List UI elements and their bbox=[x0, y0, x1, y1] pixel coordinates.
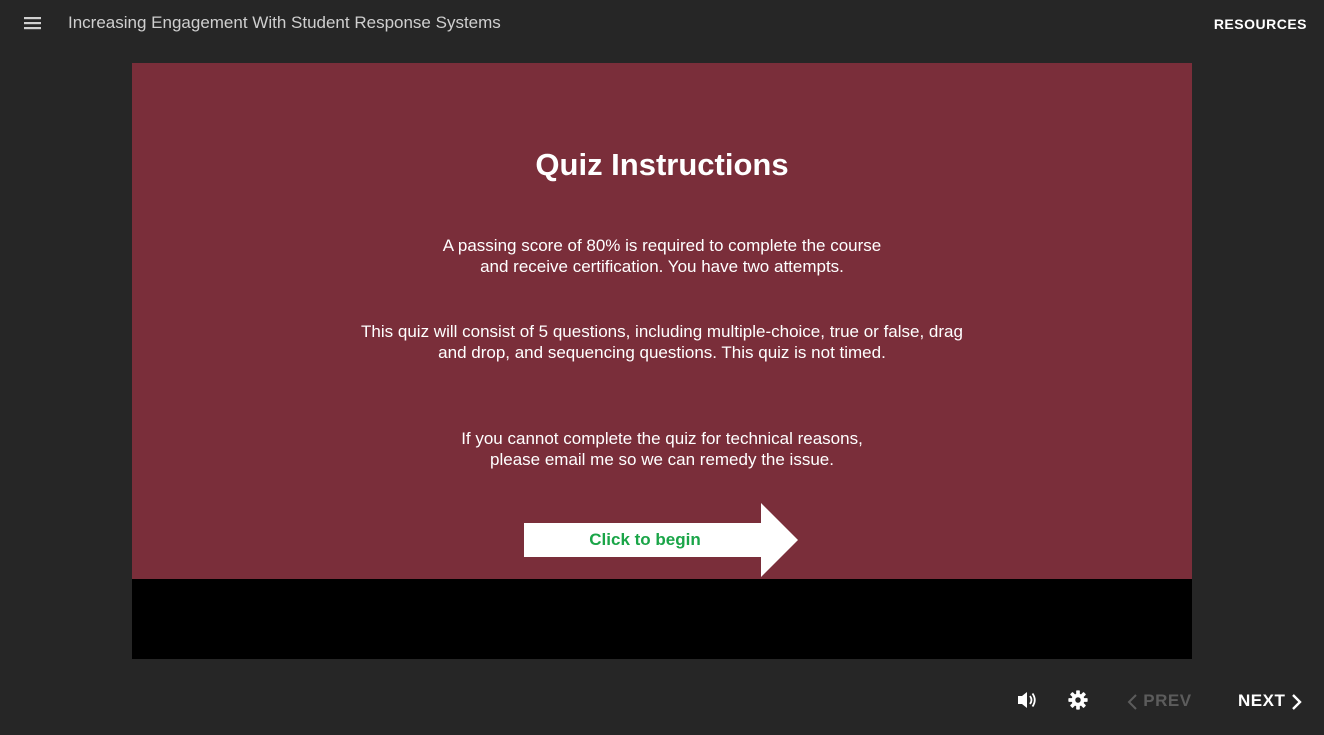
quiz-format-text: This quiz will consist of 5 questions, i… bbox=[361, 322, 963, 362]
click-to-begin-button[interactable]: Click to begin bbox=[524, 503, 800, 577]
technical-issues-text: If you cannot complete the quiz for tech… bbox=[461, 429, 863, 469]
resources-button[interactable]: RESOURCES bbox=[1214, 15, 1307, 33]
hamburger-menu-icon[interactable] bbox=[22, 12, 46, 34]
prev-button[interactable]: PREV bbox=[1126, 690, 1192, 712]
gear-icon[interactable] bbox=[1066, 689, 1090, 711]
chevron-right-icon bbox=[1291, 693, 1302, 710]
slide-content: Quiz Instructions A passing score of 80%… bbox=[132, 63, 1192, 579]
next-button[interactable]: NEXT bbox=[1238, 690, 1303, 712]
prev-label: PREV bbox=[1143, 691, 1192, 710]
slide-title: Quiz Instructions bbox=[535, 147, 789, 182]
volume-icon[interactable] bbox=[1016, 689, 1040, 711]
top-bar: Increasing Engagement With Student Respo… bbox=[0, 0, 1324, 46]
chevron-left-icon bbox=[1127, 693, 1137, 710]
passing-score-text: A passing score of 80% is required to co… bbox=[442, 236, 882, 276]
next-label: NEXT bbox=[1238, 691, 1286, 710]
slide-footer-bar bbox=[132, 579, 1192, 659]
course-title: Increasing Engagement With Student Respo… bbox=[68, 13, 501, 32]
begin-button-label: Click to begin bbox=[589, 530, 701, 549]
player-controls: PREV NEXT bbox=[0, 680, 1324, 720]
